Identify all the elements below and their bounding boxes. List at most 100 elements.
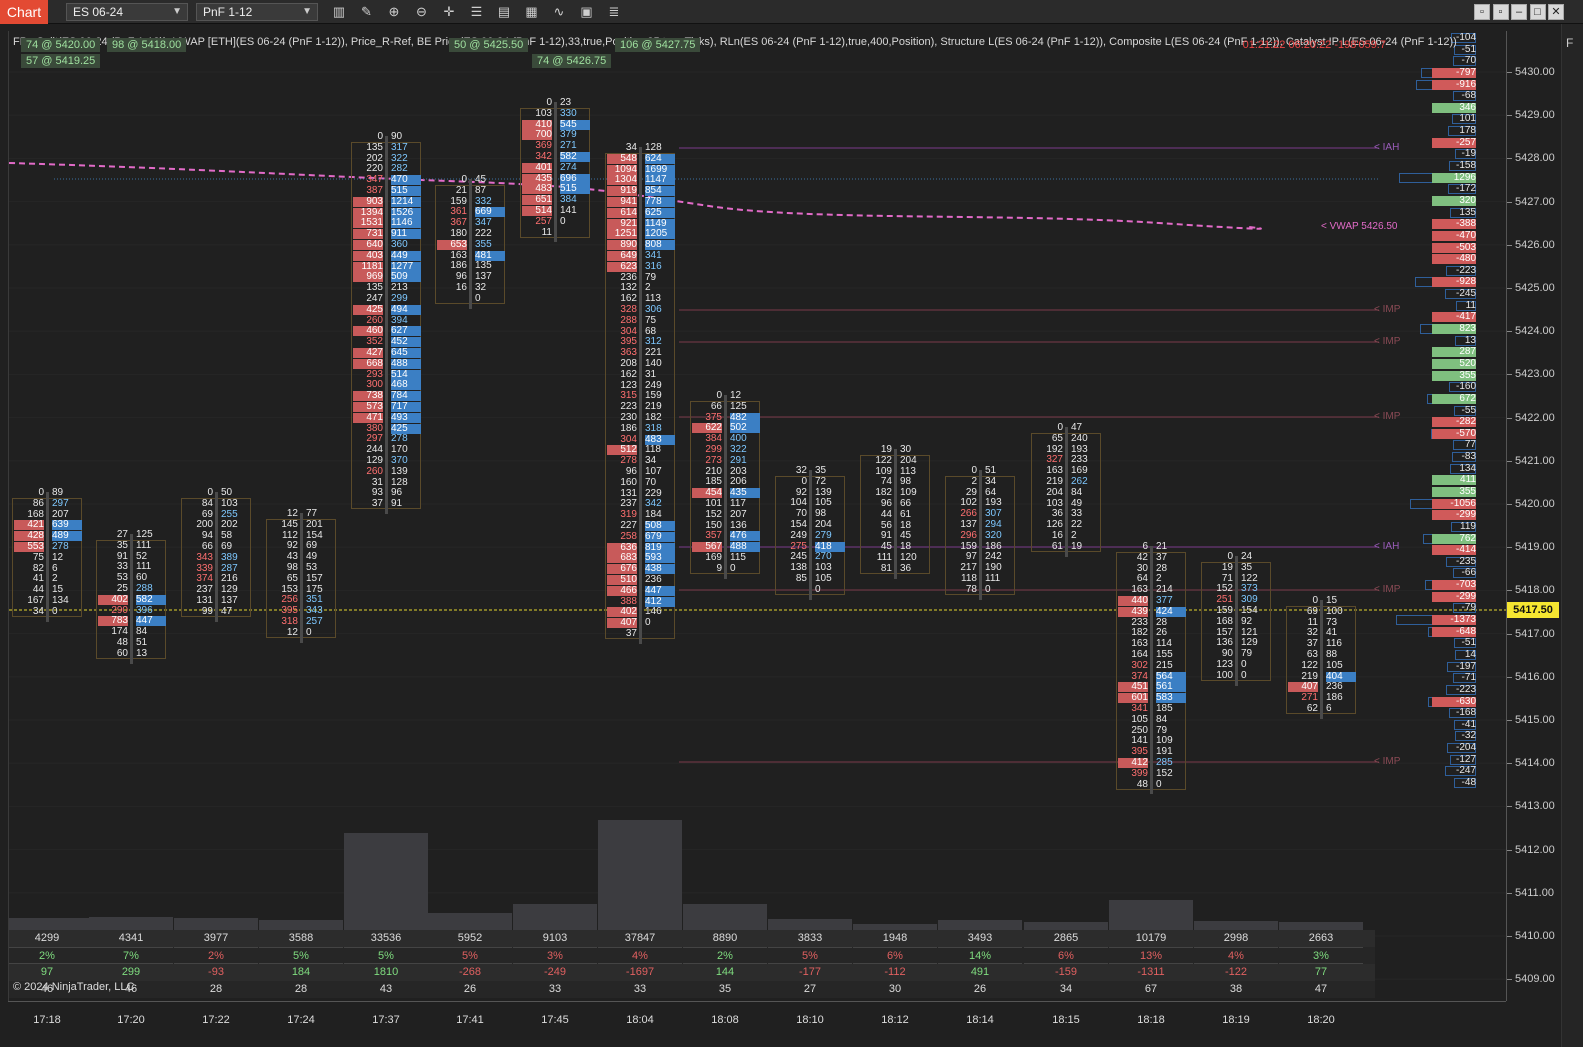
bid-cell: 250: [1131, 724, 1148, 736]
ask-cell: 240: [1071, 432, 1088, 444]
crosshair-icon[interactable]: ✛: [440, 3, 458, 21]
stat-cell: 33: [633, 983, 647, 995]
bid-cell: 410: [522, 119, 552, 130]
bid-cell: 150: [705, 519, 722, 531]
ask-cell: 320: [985, 529, 1002, 541]
bid-cell: 91: [880, 530, 892, 542]
price-tick: [1507, 504, 1512, 505]
bid-cell: 112: [282, 529, 298, 541]
ladder-value: -127: [1455, 753, 1476, 765]
bid-cell: 104: [790, 497, 807, 509]
ask-cell: 202: [221, 519, 238, 531]
instrument-selector[interactable]: ES 06-24 ▼: [66, 3, 188, 21]
chart-plot-area[interactable]: 0 86 168 421 428 553 75 82 41 44 167 34 89 297 207 639 4…: [8, 31, 1506, 1001]
bid-cell: 266: [960, 508, 977, 520]
bid-cell: 0: [38, 487, 44, 498]
ask-cell: 2: [645, 282, 651, 294]
ask-cell: 911: [391, 229, 421, 240]
stat-cell: 5%: [428, 947, 512, 964]
bid-cell: 260: [366, 314, 383, 326]
ask-cell: 297: [52, 497, 69, 509]
ask-cell: 49: [1071, 497, 1083, 509]
ask-cell: 291: [730, 454, 747, 466]
time-axis[interactable]: 17:18 17:20 17:22 17:24 17:37 17:41 17:45 18:04…: [8, 1001, 1506, 1047]
ladder-value: -172: [1455, 183, 1476, 195]
bid-cell: 159: [450, 195, 467, 207]
ask-cell: 91: [391, 498, 403, 510]
restore-icon[interactable]: ▫: [1474, 4, 1490, 20]
level-label: < IMP: [1374, 411, 1401, 422]
price-axis[interactable]: 5430.00 5429.00 5428.00 5427.00 5426.00 5425.…: [1506, 31, 1561, 1001]
chart-trader-icon[interactable]: ≣: [605, 3, 623, 21]
ask-cell: 784: [391, 391, 421, 402]
bid-cell: 407: [1288, 682, 1318, 693]
ask-cell: 31: [645, 368, 657, 380]
ladder-value: 287: [1432, 347, 1476, 358]
bid-cell: 48: [1136, 778, 1148, 790]
level-label: < IMP: [1374, 304, 1401, 315]
bid-cell: 41: [32, 573, 44, 585]
bid-cell: 0: [546, 97, 552, 108]
bid-cell: 19: [1221, 561, 1233, 573]
price-tick: [1507, 720, 1512, 721]
price-tick: [1507, 806, 1512, 808]
ask-cell: 141: [560, 205, 577, 216]
f-button[interactable]: F: [1566, 36, 1573, 50]
stat-cell: -1697: [625, 966, 655, 978]
bid-cell: 122: [875, 454, 892, 466]
zoom-in-icon[interactable]: ⊕: [385, 3, 403, 21]
bid-cell: 668: [353, 358, 383, 369]
bar-style-icon[interactable]: ▥: [330, 3, 348, 21]
stat-cell: 3833: [797, 932, 823, 944]
ladder-value: -648: [1432, 626, 1476, 637]
bar-type-selector[interactable]: PnF 1-12 ▼: [196, 3, 318, 21]
bid-cell: 152: [1216, 583, 1233, 595]
ask-cell: 51: [985, 465, 997, 476]
zoom-out-icon[interactable]: ⊖: [413, 3, 431, 21]
ask-cell: 285: [1156, 757, 1173, 768]
close-icon[interactable]: ✕: [1548, 4, 1564, 20]
ask-cell: 342: [645, 498, 662, 510]
ask-cell: 114: [1156, 638, 1172, 650]
stat-cell: 35: [718, 983, 732, 995]
maximize-icon[interactable]: □: [1529, 4, 1546, 20]
ask-cell: 396: [136, 604, 153, 616]
ask-cell: 125: [136, 529, 153, 540]
ask-cell: 155: [1156, 649, 1173, 660]
bid-cell: 230: [620, 412, 637, 423]
ask-cell: 438: [645, 564, 675, 575]
bid-cell: 969: [353, 272, 383, 283]
ladder-value: -158: [1455, 160, 1476, 172]
drawing-tool-icon[interactable]: ✎: [358, 3, 376, 21]
tile-icon[interactable]: ▫: [1492, 4, 1509, 20]
ask-cell: 452: [391, 337, 421, 348]
bid-cell: 204: [1046, 486, 1063, 498]
bid-cell: 412: [1118, 758, 1148, 768]
ask-cell: 294: [985, 519, 1002, 530]
ladder-value: -48: [1461, 777, 1476, 788]
bid-cell: 288: [620, 314, 637, 326]
indicators-icon[interactable]: ∿: [550, 3, 568, 21]
properties-icon[interactable]: ☰: [468, 3, 486, 21]
bid-cell: 182: [1131, 627, 1148, 639]
bid-cell: 466: [607, 585, 637, 596]
footprint-body: [1150, 546, 1153, 795]
time-label: 17:41: [456, 1014, 484, 1026]
ask-cell: 351: [306, 594, 323, 606]
stat-cell: -112: [884, 966, 906, 978]
templates-icon[interactable]: ▤: [495, 3, 513, 21]
ladder-value: 346: [1432, 102, 1476, 113]
price-label: 5429.00: [1515, 109, 1555, 122]
bid-cell: 182: [875, 487, 892, 499]
ask-cell: 87: [475, 184, 487, 196]
ask-cell: 201: [306, 518, 323, 530]
ask-cell: 274: [560, 161, 577, 173]
bid-cell: 0: [971, 465, 977, 476]
ladder-value: -797: [1432, 67, 1476, 78]
bid-cell: 192: [1046, 443, 1063, 455]
data-box-icon[interactable]: ▣: [578, 3, 596, 21]
minimize-icon[interactable]: –: [1511, 4, 1527, 20]
chart-tab[interactable]: Chart: [0, 0, 48, 24]
bid-cell: 339: [196, 562, 213, 574]
strategies-icon[interactable]: ▦: [523, 3, 541, 21]
